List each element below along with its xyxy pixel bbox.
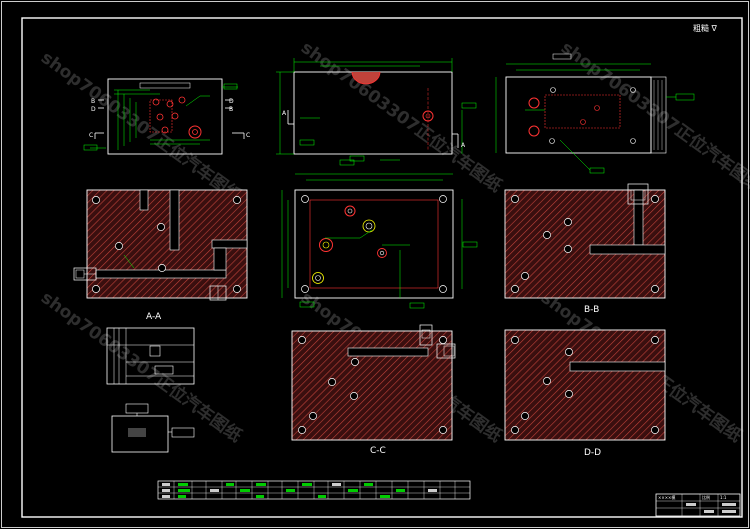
title-block: ××××模 比例 1:1 [655, 493, 741, 517]
section-c-c-view [291, 324, 456, 441]
marker-c-left: C [89, 132, 93, 139]
marker-b-left: B [91, 98, 95, 105]
section-a-a-label: A-A [146, 312, 162, 322]
parts-list-table [157, 480, 471, 500]
marker-c-right: C [246, 132, 250, 139]
watermark-2: shop70603307正位汽车图纸 [297, 37, 506, 197]
marker-b-right: B [229, 106, 233, 113]
marker-a-right: A [461, 142, 466, 149]
title-cell-name: ××××模 [658, 494, 675, 500]
watermark-3: shop70603307正位汽车图纸 [557, 37, 750, 197]
marker-d-left: D [91, 106, 96, 113]
watermark-1: shop70603307正位汽车图纸 [37, 47, 246, 207]
section-b-b-label: B-B [584, 305, 599, 315]
watermark-4: shop70603307正位汽车图纸 [37, 287, 246, 447]
center-plan-view [281, 159, 478, 309]
cad-drawing-sheet: 粗糙 ∇ shop70603307正位汽车图纸 shop70603307正位汽车… [0, 0, 750, 529]
roughness-mark: 粗糙 ∇ [693, 23, 718, 33]
title-cell-scale-label: 比例 [702, 494, 710, 500]
section-a-a-view [73, 189, 248, 301]
marker-d-right: D [229, 98, 234, 105]
section-d-d-view [504, 329, 666, 441]
title-cell-scale-value: 1:1 [720, 495, 727, 500]
section-d-d-label: D-D [584, 448, 601, 458]
section-c-c-label: C-C [370, 446, 386, 456]
block-diagram [111, 403, 195, 453]
drawing-svg: 粗糙 ∇ shop70603307正位汽车图纸 shop70603307正位汽车… [1, 1, 750, 528]
section-b-b-view [504, 183, 666, 299]
marker-a-left: A [282, 110, 287, 117]
